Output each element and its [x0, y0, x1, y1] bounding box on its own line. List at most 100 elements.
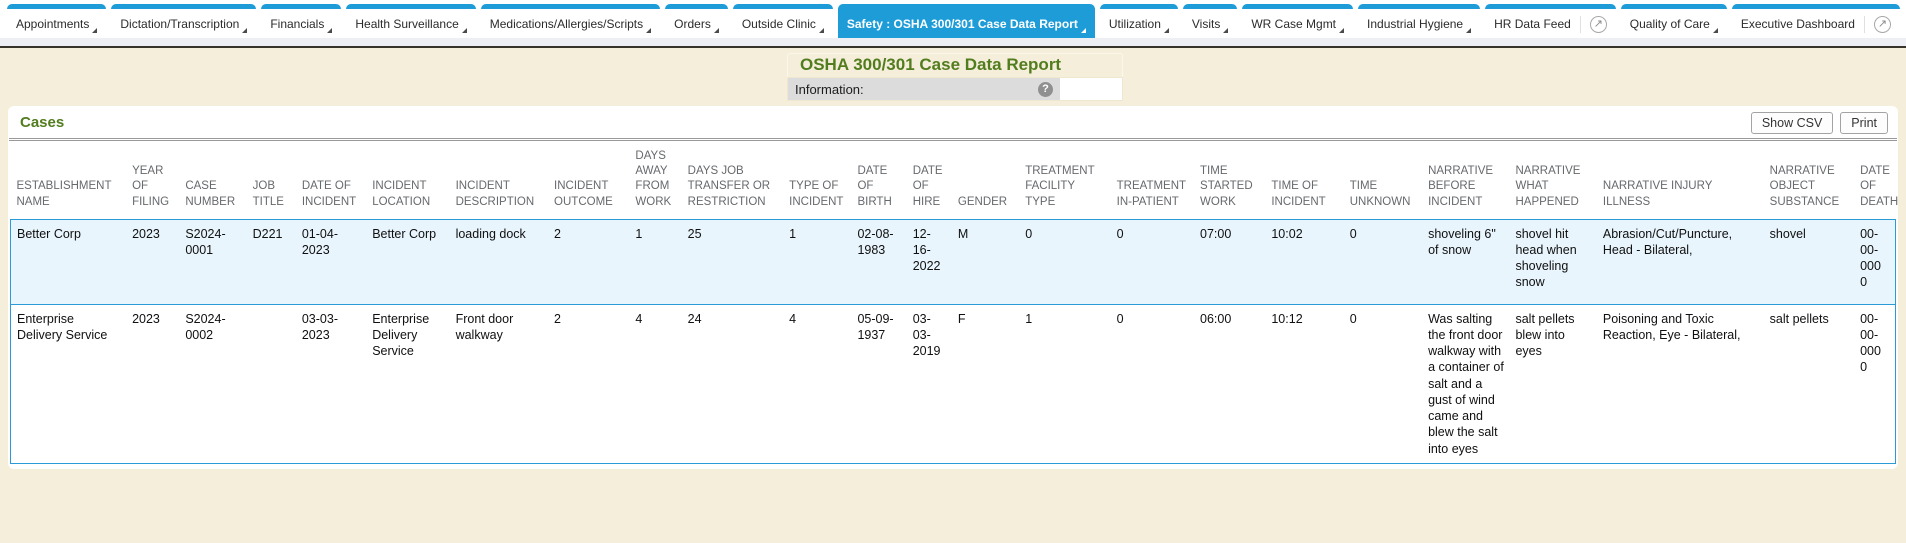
cell-gender: F [956, 304, 1023, 463]
cell-date-of-birth: 02-08-1983 [855, 219, 910, 304]
table-row[interactable]: Better Corp 2023 S2024-0001 D221 01-04-2… [11, 219, 1896, 304]
tab-menu-caret-icon [1223, 28, 1228, 33]
cell-narrative-before: shoveling 6" of snow [1426, 219, 1513, 304]
header-separator-line [0, 46, 1906, 48]
page-title: OSHA 300/301 Case Data Report [800, 55, 1122, 75]
tab-executive-dashboard[interactable]: Executive Dashboard ↗ [1732, 4, 1900, 38]
tab-menu-caret-icon [242, 28, 247, 33]
cell-time-unknown: 0 [1348, 219, 1426, 304]
column-header: TREATMENT IN-PATIENT [1115, 141, 1198, 219]
column-header: TIME OF INCIDENT [1269, 141, 1347, 219]
tab-appointments[interactable]: Appointments [7, 4, 106, 38]
cell-treatment-facility-type: 1 [1023, 304, 1114, 463]
tab-label: Dictation/Transcription [120, 17, 239, 31]
cell-narrative-before: Was salting the front door walkway with … [1426, 304, 1513, 463]
tab-dictation-transcription[interactable]: Dictation/Transcription [111, 4, 256, 38]
tab-label: Appointments [16, 17, 89, 31]
print-button[interactable]: Print [1840, 112, 1888, 134]
column-header: CASE NUMBER [183, 141, 250, 219]
cell-treatment-in-patient: 0 [1115, 219, 1198, 304]
column-header: DATE OF HIRE [911, 141, 956, 219]
cases-toolbar: Show CSV Print [1751, 112, 1888, 134]
column-header: TIME UNKNOWN [1348, 141, 1426, 219]
tab-menu-caret-icon [1466, 28, 1471, 33]
column-header: TYPE OF INCIDENT [787, 141, 855, 219]
column-header: DAYS AWAY FROM WORK [633, 141, 685, 219]
tab-external-section[interactable]: ↗ [1864, 16, 1891, 33]
show-csv-button[interactable]: Show CSV [1751, 112, 1833, 134]
cell-incident-description: Front door walkway [454, 304, 552, 463]
information-input[interactable] [1060, 78, 1122, 100]
column-header: NARRATIVE OBJECT SUBSTANCE [1768, 141, 1858, 219]
tab-menu-caret-icon [1339, 28, 1344, 33]
table-row[interactable]: Enterprise Delivery Service 2023 S2024-0… [11, 304, 1896, 463]
tab-menu-caret-icon [1081, 28, 1086, 33]
cell-incident-description: loading dock [454, 219, 552, 304]
cell-treatment-facility-type: 0 [1023, 219, 1114, 304]
tab-label: Orders [674, 17, 711, 31]
cell-time-of-incident: 10:12 [1269, 304, 1347, 463]
tab-safety-osha-report-active[interactable]: Safety : OSHA 300/301 Case Data Report [838, 4, 1095, 38]
tab-label: Health Surveillance [355, 17, 458, 31]
tab-health-surveillance[interactable]: Health Surveillance [346, 4, 475, 38]
tab-hr-data-feed[interactable]: HR Data Feed ↗ [1485, 4, 1616, 38]
cell-case-number: S2024-0002 [183, 304, 250, 463]
cell-days-away: 4 [633, 304, 685, 463]
cases-panel-header: Cases Show CSV Print [8, 106, 1898, 138]
tab-utilization[interactable]: Utilization [1100, 4, 1178, 38]
column-header: INCIDENT DESCRIPTION [454, 141, 552, 219]
cell-establishment-name: Enterprise Delivery Service [11, 304, 131, 463]
tab-medications-allergies-scripts[interactable]: Medications/Allergies/Scripts [481, 4, 660, 38]
column-header: DATE OF BIRTH [855, 141, 910, 219]
help-icon[interactable]: ? [1038, 82, 1053, 97]
tab-label: Outside Clinic [742, 17, 816, 31]
cases-table-wrap: ESTABLISHMENT NAME YEAR OF FILING CASE N… [10, 141, 1896, 464]
cell-year-of-filing: 2023 [130, 219, 183, 304]
column-header: INCIDENT LOCATION [370, 141, 453, 219]
tab-industrial-hygiene[interactable]: Industrial Hygiene [1358, 4, 1480, 38]
column-header: TREATMENT FACILITY TYPE [1023, 141, 1114, 219]
table-header-row: ESTABLISHMENT NAME YEAR OF FILING CASE N… [11, 141, 1896, 219]
information-label: Information: [795, 82, 864, 97]
tab-label: Utilization [1109, 17, 1161, 31]
cell-narrative-what-happened: salt pellets blew into eyes [1513, 304, 1600, 463]
tab-label: Financials [270, 17, 324, 31]
tab-outside-clinic[interactable]: Outside Clinic [733, 4, 833, 38]
tab-orders[interactable]: Orders [665, 4, 728, 38]
tab-menu-caret-icon [714, 28, 719, 33]
cell-time-started-work: 06:00 [1198, 304, 1269, 463]
cell-incident-location: Enterprise Delivery Service [370, 304, 453, 463]
tab-label: Medications/Allergies/Scripts [490, 17, 643, 31]
cell-time-started-work: 07:00 [1198, 219, 1269, 304]
cell-incident-location: Better Corp [370, 219, 453, 304]
tab-label: Industrial Hygiene [1367, 17, 1463, 31]
tab-external-section[interactable]: ↗ [1580, 16, 1607, 33]
tab-wr-case-mgmt[interactable]: WR Case Mgmt [1242, 4, 1353, 38]
cell-job-title: D221 [251, 219, 300, 304]
cell-narrative-injury-illness: Poisoning and Toxic Reaction, Eye - Bila… [1601, 304, 1768, 463]
column-header: DATE OF DEATH [1858, 141, 1895, 219]
tab-label: Executive Dashboard [1741, 17, 1855, 31]
cell-time-unknown: 0 [1348, 304, 1426, 463]
tab-menu-caret-icon [1713, 28, 1718, 33]
column-header: NARRATIVE WHAT HAPPENED [1513, 141, 1600, 219]
report-title-block: OSHA 300/301 Case Data Report Informatio… [787, 53, 1123, 101]
tab-label: Safety : OSHA 300/301 Case Data Report [847, 17, 1078, 31]
cell-narrative-injury-illness: Abrasion/Cut/Puncture, Head - Bilateral, [1601, 219, 1768, 304]
cell-days-transfer: 24 [686, 304, 787, 463]
cell-treatment-in-patient: 0 [1115, 304, 1198, 463]
column-header: INCIDENT OUTCOME [552, 141, 633, 219]
tab-financials[interactable]: Financials [261, 4, 341, 38]
cell-incident-outcome: 2 [552, 304, 633, 463]
column-header: JOB TITLE [251, 141, 300, 219]
cell-narrative-object-substance: shovel [1768, 219, 1858, 304]
information-bar: Information: ? [788, 78, 1122, 100]
tabbar-bottom-strip [0, 38, 1906, 46]
cell-days-transfer: 25 [686, 219, 787, 304]
column-header: NARRATIVE BEFORE INCIDENT [1426, 141, 1513, 219]
cell-time-of-incident: 10:02 [1269, 219, 1347, 304]
external-link-icon: ↗ [1874, 16, 1891, 33]
tab-visits[interactable]: Visits [1183, 4, 1237, 38]
tab-menu-caret-icon [92, 28, 97, 33]
tab-quality-of-care[interactable]: Quality of Care [1621, 4, 1727, 38]
